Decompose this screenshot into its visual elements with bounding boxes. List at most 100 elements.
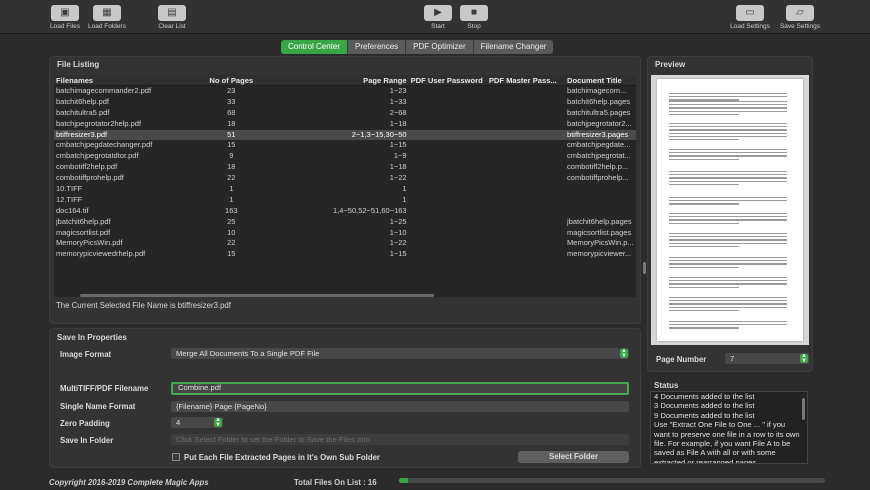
load-files-button[interactable]: ▣ Load Files — [48, 5, 82, 30]
cell-master-password — [487, 217, 565, 228]
status-lines: 4 Documents added to the list 3 Documents… — [651, 392, 807, 464]
cell-pages: 33 — [227, 96, 236, 106]
cell-master-password — [487, 86, 565, 97]
table-row[interactable]: jbatchit6help.pdf 25 1−25 jbatchit6help.pag… — [54, 217, 636, 228]
file-table[interactable]: Filenames No of Pages Page Range PDF Use… — [54, 75, 636, 297]
table-row[interactable]: batchjpegrotator2help.pdf 18 1−18 batchjpeg… — [54, 119, 636, 130]
status-line: Use "Extract One File to One ... " if yo… — [654, 420, 786, 430]
tab-preferences[interactable]: Preferences — [348, 40, 407, 54]
column-header-user-password[interactable]: PDF User Password — [409, 75, 487, 85]
cell-pages: 23 — [227, 86, 236, 95]
sub-folder-checkbox[interactable] — [172, 453, 180, 461]
status-log[interactable]: 4 Documents added to the list 3 Documents… — [650, 391, 808, 464]
preview-text-line — [669, 309, 739, 311]
column-header-master-password[interactable]: PDF Master Pass... — [487, 75, 565, 85]
cell-filename: jbatchit6help.pdf — [56, 216, 111, 226]
cell-pages: 22 — [227, 238, 236, 248]
cell-filename: magicsortlist.pdf — [56, 227, 111, 237]
cell-page-range: 1−25 — [389, 216, 407, 226]
multitiff-filename-input[interactable]: Combine.pdf — [171, 382, 629, 395]
table-row[interactable]: combotiff2help.pdf 18 1−18 combotiff2help.p… — [54, 162, 636, 173]
column-header-pages[interactable]: No of Pages — [188, 75, 272, 85]
cell-filename: cmbatchjpegdatechanger.pdf — [56, 140, 153, 150]
table-row[interactable]: cmbatchjpegrotatdtor.pdf 9 1−9 cmbatchjpegr… — [54, 151, 636, 162]
horizontal-scrollbar[interactable] — [80, 294, 434, 297]
document-icon: ▤ — [158, 5, 186, 21]
table-row[interactable]: batchimagecommander2.pdf 23 1−23 batchimage… — [54, 86, 636, 97]
preview-text-line — [669, 236, 787, 238]
preview-text-line — [669, 300, 787, 302]
cell-master-password — [487, 130, 565, 141]
table-row[interactable]: btiffresizer3.pdf 51 2−1,3−15,30−50 btiffre… — [54, 129, 636, 141]
preview-text-line — [669, 135, 787, 137]
preview-text-line — [669, 200, 787, 202]
preview-area[interactable] — [651, 75, 809, 345]
table-row[interactable]: magicsortlist.pdf 10 1−10 magicsortlist.pag… — [54, 228, 636, 239]
play-icon: ▶ — [424, 5, 452, 21]
preview-title: Preview — [655, 60, 686, 69]
table-row[interactable]: cmbatchjpegdatechanger.pdf 15 1−15 cmbatchj… — [54, 140, 636, 151]
image-format-select[interactable]: Merge All Documents To a Single PDF File… — [171, 348, 629, 359]
status-line: saved as File A with all or with some — [654, 448, 776, 458]
cell-page-range: 1−15 — [389, 140, 407, 150]
cell-document-title: batchitultra5.pages — [567, 107, 631, 117]
column-header-filenames[interactable]: Filenames — [54, 75, 188, 85]
stop-button[interactable]: ■ Stop — [459, 5, 489, 30]
cell-pages: 22 — [227, 173, 236, 183]
zero-padding-stepper[interactable]: 4 ▲ ▼ — [171, 417, 223, 428]
cell-filename: 10.TIFF — [56, 184, 83, 194]
column-header-document-title[interactable]: Document Title — [565, 75, 636, 85]
tab-pdf-optimizer[interactable]: PDF Optimizer — [406, 40, 474, 54]
cell-master-password — [487, 173, 565, 184]
save-folder-input[interactable]: Click Select Folder to set the Folder to… — [171, 434, 629, 445]
file-listing-title: File Listing — [57, 60, 100, 69]
save-settings-button[interactable]: ▱ Save Settings — [776, 5, 824, 30]
column-header-page-range[interactable]: Page Range — [272, 75, 408, 85]
preview-text-line — [669, 242, 787, 244]
table-row[interactable]: MemoryPicsWin.pdf 22 1−22 MemoryPicsWin.p..… — [54, 238, 636, 249]
cell-document-title: MemoryPicsWin.p... — [567, 238, 634, 248]
select-folder-button[interactable]: Select Folder — [518, 451, 629, 463]
preview-text-line — [669, 219, 787, 221]
preview-text-line — [669, 327, 739, 329]
cell-master-password — [487, 151, 565, 162]
load-settings-button[interactable]: ▭ Load Settings — [727, 5, 773, 30]
sub-folder-checkbox-label: Put Each File Extracted Pages in It's Ow… — [184, 453, 380, 462]
cell-user-password — [409, 249, 487, 260]
tab-control-center[interactable]: Control Center — [281, 40, 349, 54]
load-folders-button[interactable]: ▦ Load Folders — [85, 5, 129, 30]
cell-document-title: batchit6help.pages — [567, 96, 630, 106]
cell-filename: batchitultra5.pdf — [56, 107, 110, 117]
cell-filename: doc164.tif — [56, 205, 89, 215]
table-row[interactable]: batchit6help.pdf 33 1−33 batchit6help.pages — [54, 97, 636, 108]
stepper-arrows-icon[interactable]: ▲ ▼ — [214, 417, 222, 428]
table-row[interactable]: memorypicviewedrhelp.pdf 15 1−15 memorypicv… — [54, 249, 636, 260]
cell-page-range: 1−22 — [389, 173, 407, 183]
cell-user-password — [409, 195, 487, 206]
preview-text-line — [669, 177, 787, 179]
table-row[interactable]: 12.TIFF 1 1 — [54, 195, 636, 206]
table-body: batchimagecommander2.pdf 23 1−23 batchimage… — [54, 86, 636, 260]
status-line: extracted or rearranged pages. — [654, 457, 759, 464]
multitiff-filename-label: MultiTIFF/PDF Filename — [60, 384, 149, 393]
page-number-stepper[interactable]: 7 ▲ ▼ — [725, 353, 809, 364]
clear-list-button[interactable]: ▤ Clear List — [155, 5, 189, 30]
table-row[interactable]: 10.TIFF 1 1 — [54, 184, 636, 195]
preview-text-line — [669, 96, 787, 98]
preview-text-line — [669, 286, 739, 288]
page-stepper-arrows-icon[interactable]: ▲ ▼ — [800, 353, 808, 364]
single-name-format-input[interactable]: {Filename} Page {PageNo} — [171, 401, 629, 412]
cell-page-range: 1,4−50,52−51,60−163 — [332, 205, 407, 215]
cell-page-range: 1−23 — [389, 86, 407, 95]
table-row[interactable]: doc164.tif 163 1,4−50,52−51,60−163 — [54, 206, 636, 217]
cell-pages: 163 — [225, 205, 238, 215]
tab-filename-changer[interactable]: Filename Changer — [473, 40, 554, 54]
status-scrollbar[interactable] — [802, 398, 805, 420]
vertical-scrollbar[interactable] — [643, 262, 646, 274]
preview-text-line — [669, 110, 787, 112]
table-row[interactable]: batchitultra5.pdf 68 2−68 batchitultra5.pag… — [54, 108, 636, 119]
start-button[interactable]: ▶ Start — [423, 5, 453, 30]
cell-pages: 51 — [227, 129, 236, 139]
table-row[interactable]: combotiffprohelp.pdf 22 1−22 combotiffprohe… — [54, 173, 636, 184]
preview-text-line — [669, 245, 739, 247]
